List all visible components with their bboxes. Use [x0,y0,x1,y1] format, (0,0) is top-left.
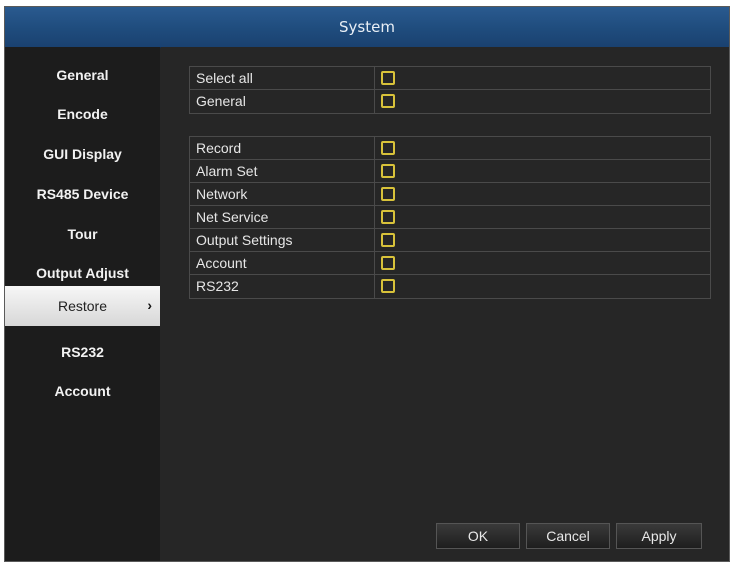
sidebar-item-rs485-device[interactable]: RS485 Device [5,174,160,214]
option-label: Output Settings [190,229,375,251]
chevron-right-icon: › [147,297,152,313]
option-row-net-service: Net Service [190,206,710,229]
sidebar-item-account[interactable]: Account [5,371,160,411]
sidebar-item-label: Restore [57,298,108,314]
option-label: General [190,90,375,113]
sidebar-item-encode[interactable]: Encode [5,94,160,134]
sidebar-item-label: RS485 Device [36,186,129,202]
option-label: Record [190,137,375,159]
option-label: RS232 [190,275,375,298]
sidebar: General Encode GUI Display RS485 Device … [5,47,160,561]
select-all-checkbox[interactable] [381,71,395,85]
sidebar-item-rs232[interactable]: RS232 [5,332,160,372]
sidebar-item-restore[interactable]: Restore › [5,286,160,326]
option-row-general: General [190,90,710,113]
option-row-rs232: RS232 [190,275,710,298]
sidebar-item-label: RS232 [61,344,104,360]
option-label: Account [190,252,375,274]
account-checkbox[interactable] [381,256,395,270]
system-window: System General Encode GUI Display RS485 … [4,6,730,562]
sidebar-item-label: General [56,67,109,83]
sidebar-item-general[interactable]: General [5,55,160,95]
sidebar-item-label: Tour [67,226,98,242]
sidebar-item-label: Encode [57,106,108,122]
sidebar-item-label: Account [54,383,111,399]
options-table-top: Select all General [189,66,711,114]
ok-button[interactable]: OK [436,523,520,549]
sidebar-item-gui-display[interactable]: GUI Display [5,134,160,174]
option-row-output-settings: Output Settings [190,229,710,252]
option-row-alarm-set: Alarm Set [190,160,710,183]
cancel-button[interactable]: Cancel [526,523,610,549]
restore-panel: Select all General Record Alarm Set Netw… [161,47,729,561]
apply-button[interactable]: Apply [616,523,702,549]
sidebar-item-tour[interactable]: Tour [5,214,160,254]
option-row-network: Network [190,183,710,206]
option-row-account: Account [190,252,710,275]
option-label: Alarm Set [190,160,375,182]
general-checkbox[interactable] [381,94,395,108]
sidebar-item-label: Output Adjust [36,265,129,281]
sidebar-item-label: GUI Display [43,146,122,162]
window-title: System [339,18,395,36]
alarm-set-checkbox[interactable] [381,164,395,178]
option-row-record: Record [190,137,710,160]
record-checkbox[interactable] [381,141,395,155]
output-settings-checkbox[interactable] [381,233,395,247]
option-label: Net Service [190,206,375,228]
option-row-select-all: Select all [190,67,710,90]
options-table-main: Record Alarm Set Network Net Service Out… [189,136,711,299]
title-bar: System [5,7,729,48]
net-service-checkbox[interactable] [381,210,395,224]
rs232-checkbox[interactable] [381,279,395,293]
network-checkbox[interactable] [381,187,395,201]
option-label: Select all [190,67,375,89]
option-label: Network [190,183,375,205]
